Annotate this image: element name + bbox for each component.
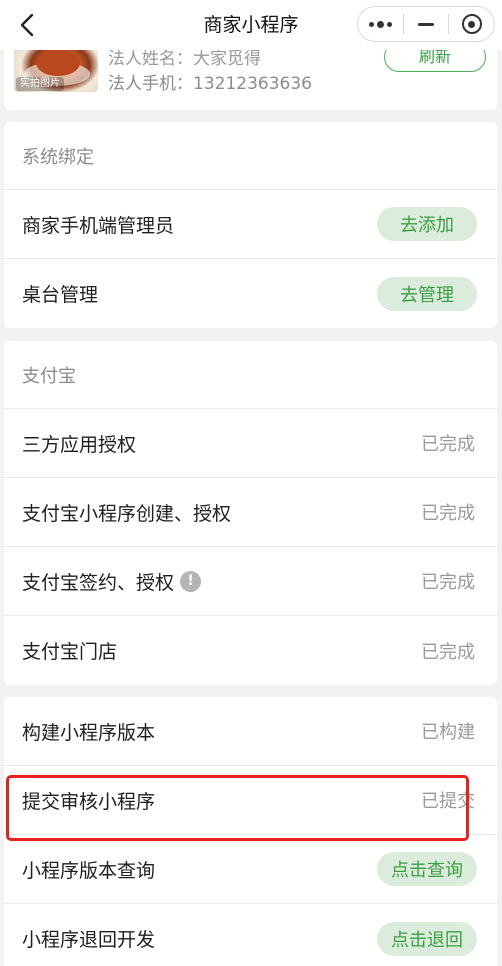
status-text: 已完成 — [421, 503, 475, 524]
list-item: 构建小程序版本 已构建 — [4, 697, 497, 766]
list-item: 支付宝签约、授权 ! 已完成 — [4, 547, 497, 616]
list-item: 支付宝小程序创建、授权 已完成 — [4, 478, 497, 547]
section-title: 系统绑定 — [4, 122, 497, 190]
item-label: 小程序退回开发 — [22, 929, 156, 951]
item-label: 构建小程序版本 — [22, 721, 156, 744]
target-circle-icon — [461, 14, 482, 34]
alipay-section: 支付宝 三方应用授权 已完成 支付宝小程序创建、授权 已完成 支付宝签约、授权 … — [4, 341, 497, 685]
list-item: 桌台管理 去管理 — [4, 259, 497, 328]
rollback-button[interactable]: 点击退回 — [377, 921, 477, 956]
item-label: 提交审核小程序 — [22, 790, 156, 813]
item-label: 三方应用授权 — [22, 433, 137, 456]
list-item: 小程序版本查询 点击查询 — [4, 835, 497, 904]
more-button[interactable] — [358, 7, 403, 41]
list-item: 支付宝门店 已完成 — [4, 616, 497, 685]
item-label: 商家手机端管理员 — [22, 214, 175, 237]
legal-phone: 法人手机：13212363636 — [108, 74, 312, 94]
status-text: 已完成 — [421, 641, 475, 663]
list-item: 小程序退回开发 点击退回 — [4, 904, 497, 966]
item-label: 支付宝门店 — [22, 641, 118, 663]
minimize-icon — [418, 22, 434, 26]
more-dots-icon — [368, 20, 392, 28]
manage-tables-button[interactable]: 去管理 — [377, 276, 477, 311]
item-label: 桌台管理 — [22, 284, 99, 306]
add-admin-button[interactable]: 去添加 — [377, 207, 477, 241]
query-version-button[interactable]: 点击查询 — [377, 852, 477, 886]
close-button[interactable] — [449, 7, 494, 41]
capsule-menu — [357, 6, 495, 42]
info-icon[interactable]: ! — [180, 570, 202, 592]
list-item: 三方应用授权 已完成 — [4, 409, 497, 478]
minimize-button[interactable] — [404, 7, 449, 41]
item-label: 支付宝小程序创建、授权 — [22, 502, 232, 525]
list-item: 商家手机端管理员 去添加 — [4, 190, 497, 259]
status-text: 已完成 — [421, 434, 475, 455]
navigation-bar: 商家小程序 — [0, 0, 502, 50]
status-text: 已提交 — [421, 791, 475, 812]
item-label: 支付宝签约、授权 — [22, 571, 175, 594]
thumbnail-tag: 实拍图片 — [16, 77, 64, 91]
list-item: 提交审核小程序 已提交 — [4, 766, 497, 835]
item-label: 小程序版本查询 — [22, 859, 156, 882]
section-title: 支付宝 — [4, 341, 497, 409]
mini-program-section: 构建小程序版本 已构建 提交审核小程序 已提交 小程序版本查询 点击查询 小程序… — [4, 697, 497, 966]
item-label-wrap: 支付宝签约、授权 ! — [22, 568, 202, 595]
system-binding-section: 系统绑定 商家手机端管理员 去添加 桌台管理 去管理 — [4, 122, 497, 328]
status-text: 已构建 — [421, 722, 475, 743]
status-text: 已完成 — [421, 572, 475, 593]
